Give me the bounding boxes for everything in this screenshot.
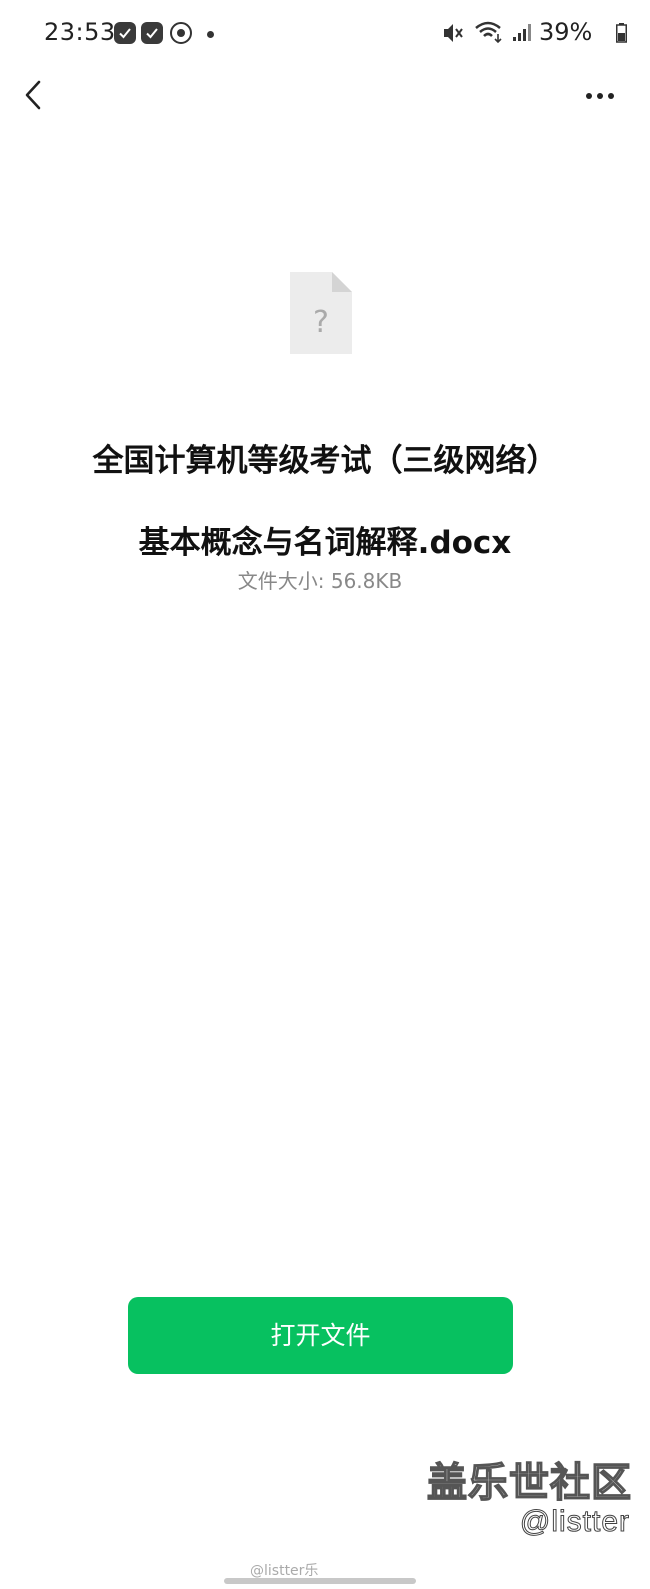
battery-icon xyxy=(616,23,627,43)
signal-icon xyxy=(513,24,531,41)
file-name: 全国计算机等级考试（三级网络） 基本概念与名词解释.docx xyxy=(30,420,620,584)
watermark-handle: @listter xyxy=(519,1505,630,1539)
mute-icon xyxy=(444,24,463,42)
notification-check-icon xyxy=(141,22,163,44)
open-file-button[interactable]: 打开文件 xyxy=(128,1297,513,1374)
watermark-brand: 盖乐世社区 xyxy=(426,1459,632,1507)
status-bar: 23:53 39% xyxy=(0,0,650,66)
more-options-button[interactable] xyxy=(582,84,622,108)
chevron-left-icon xyxy=(25,80,41,110)
more-notifications-dot-icon xyxy=(207,31,214,38)
wifi-icon xyxy=(475,21,502,44)
notification-check-icon xyxy=(114,22,136,44)
watermark-weibo: @listter乐 xyxy=(250,1563,319,1579)
file-name-line-1: 全国计算机等级考试（三级网络） xyxy=(92,443,558,479)
unknown-file-icon: ? xyxy=(290,272,352,354)
file-icon-glyph: ? xyxy=(313,305,329,340)
home-indicator[interactable] xyxy=(224,1578,416,1584)
back-button[interactable] xyxy=(18,74,58,118)
status-time: 23:53 xyxy=(44,18,116,46)
file-size-label: 文件大小: 56.8KB xyxy=(237,569,403,593)
notification-app-icon xyxy=(170,22,192,44)
more-dots-icon xyxy=(586,93,614,99)
system-icons: 39% xyxy=(430,0,650,66)
battery-percentage: 39% xyxy=(539,18,593,46)
